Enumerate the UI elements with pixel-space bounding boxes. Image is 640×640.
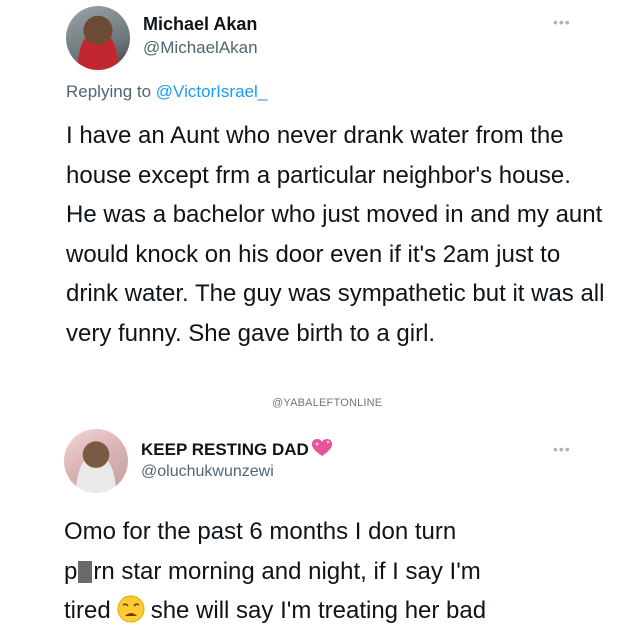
tweet-line: Omo for the past 6 months I don turn — [64, 518, 457, 545]
avatar[interactable] — [66, 6, 130, 70]
user-handle[interactable]: @MichaelAkan — [143, 38, 258, 58]
watermark: @YABALEFTONLINE — [272, 397, 383, 409]
censor-block — [78, 560, 93, 583]
avatar[interactable] — [64, 429, 128, 493]
tweet-line: p rn star morning and night, if I say I'm — [64, 552, 624, 592]
user-handle[interactable]: @oluchukwunzewi — [141, 463, 274, 481]
tweet-screenshot: Michael Akan @MichaelAkan ••• Replying t… — [0, 0, 640, 640]
display-name[interactable]: KEEP RESTING DAD — [141, 439, 333, 460]
replying-to: Replying to @VictorIsrael_ — [66, 82, 267, 102]
display-name-text: KEEP RESTING DAD — [141, 440, 309, 459]
mention-link[interactable]: @VictorIsrael_ — [156, 82, 267, 101]
tweet-text: I have an Aunt who never drank water fro… — [66, 122, 605, 347]
replying-prefix: Replying to — [66, 82, 156, 101]
tweet-line: tired she will say I'm treating her bad — [64, 591, 624, 631]
more-dots-icon[interactable]: ••• — [553, 14, 571, 30]
display-name[interactable]: Michael Akan — [143, 14, 257, 35]
tweet-text: Omo for the past 6 months I don turn p rn… — [64, 512, 624, 631]
more-dots-icon[interactable]: ••• — [553, 441, 571, 457]
weary-face-icon — [117, 595, 145, 623]
tweet-michael-akan: Michael Akan @MichaelAkan ••• Replying t… — [0, 0, 640, 420]
sparkling-heart-icon — [311, 439, 332, 456]
text-fragment: rn star morning and night, if I say I'm — [93, 557, 481, 585]
text-fragment: p — [64, 557, 78, 585]
text-fragment: she will say I'm treating her bad — [150, 597, 487, 624]
text-fragment: tired — [64, 597, 111, 624]
